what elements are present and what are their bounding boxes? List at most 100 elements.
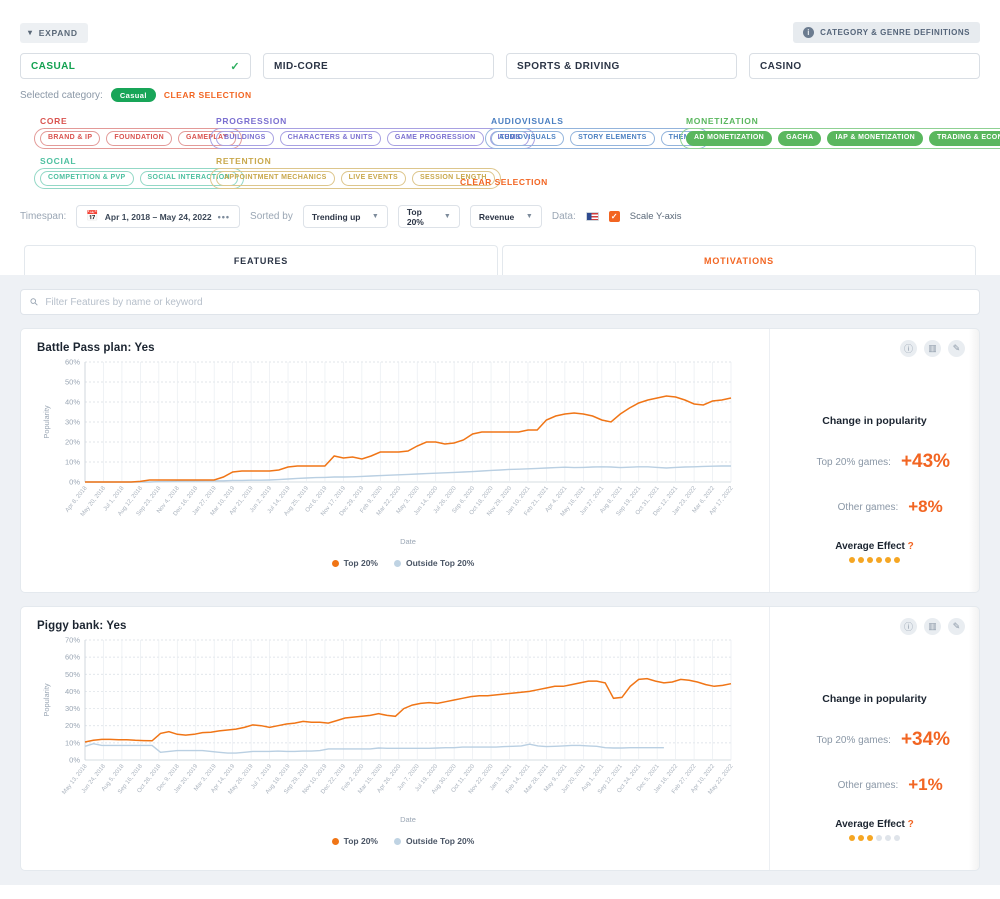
- tag-gacha[interactable]: GACHA: [778, 131, 822, 146]
- legend-item[interactable]: Outside Top 20%: [394, 558, 474, 568]
- chart-svg: 0%10%20%30%40%50%60%70%May 13, 2018Jun 2…: [42, 636, 735, 825]
- legend-color-dot: [394, 837, 401, 845]
- stat-value: +8%: [908, 497, 943, 516]
- chevron-down-icon: ▼: [525, 213, 533, 220]
- sorted-by-label: Sorted by: [250, 211, 293, 222]
- category-selector-row: CASUAL ✓ MID-CORE SPORTS & DRIVING CASINO: [20, 53, 980, 79]
- toolbar: Timespan: 📅 Apr 1, 2018 – May 24, 2022 •…: [20, 205, 980, 228]
- chart-area: Battle Pass plan: Yes 0% 10% 20% 30% 40% 50% 60…: [21, 329, 769, 592]
- us-flag-icon[interactable]: [585, 212, 599, 221]
- svg-text:Date: Date: [400, 537, 416, 546]
- chart-container: 0% 10% 20% 30% 40% 50% 60% Apr 8, 2018 May 20, 2…: [39, 354, 769, 554]
- tag-foundation[interactable]: FOUNDATION: [106, 131, 172, 146]
- feature-card-list: Battle Pass plan: Yes 0% 10% 20% 30% 40% 50% 60…: [20, 328, 980, 871]
- help-icon[interactable]: ?: [908, 819, 914, 830]
- svg-text:50%: 50%: [65, 670, 80, 679]
- rating-dot: [858, 557, 864, 563]
- rating-dot: [894, 557, 900, 563]
- info-icon[interactable]: ⓘ: [900, 618, 917, 635]
- tab-features[interactable]: FEATURES: [24, 245, 498, 275]
- rating-dot: [885, 557, 891, 563]
- tab-bar: FEATURES MOTIVATIONS: [20, 245, 980, 275]
- tag-appointment-mechanics[interactable]: APPOINTMENT MECHANICS: [216, 171, 335, 186]
- tag-group-box: AD MONETIZATION GACHA IAP & MONETIZATION TR…: [680, 128, 1000, 149]
- svg-text:40%: 40%: [65, 398, 80, 407]
- svg-text:10%: 10%: [65, 458, 80, 467]
- legend-item[interactable]: Outside Top 20%: [394, 836, 474, 846]
- summary-panel: ⓘ ▥ ✎ Change in popularity Top 20% games: +34…: [769, 607, 979, 870]
- bar-chart-icon[interactable]: ▥: [924, 340, 941, 357]
- tag-competition-pvp[interactable]: COMPETITION & PVP: [40, 171, 134, 186]
- bar-chart-icon[interactable]: ▥: [924, 618, 941, 635]
- tag-brand-ip[interactable]: BRAND & IP: [40, 131, 101, 146]
- rating-dot: [867, 557, 873, 563]
- selected-category-label: Selected category:: [20, 89, 103, 101]
- metric-select[interactable]: Revenue ▼: [469, 205, 542, 228]
- tab-label: MOTIVATIONS: [704, 255, 774, 266]
- category-select-casino[interactable]: CASINO: [749, 53, 980, 79]
- feature-title: Piggy bank: Yes: [37, 620, 127, 632]
- stat-value: +1%: [908, 775, 943, 794]
- wrench-icon[interactable]: ✎: [948, 618, 965, 635]
- stat-row-top-20-games: Top 20% games: +34%: [799, 729, 950, 751]
- scale-y-axis-label: Scale Y-axis: [629, 211, 682, 222]
- expand-button[interactable]: ▾ EXPAND: [20, 22, 88, 43]
- info-icon[interactable]: ⓘ: [900, 340, 917, 357]
- stat-value: +43%: [900, 451, 951, 472]
- sort-order-value: Trending up: [311, 211, 361, 222]
- category-select-casual[interactable]: CASUAL ✓: [20, 53, 251, 79]
- category-select-sports-driving[interactable]: SPORTS & DRIVING: [506, 53, 737, 79]
- change-in-popularity-title: Change in popularity: [822, 693, 927, 705]
- tab-motivations[interactable]: MOTIVATIONS: [502, 245, 976, 275]
- segment-select[interactable]: Top 20% ▼: [397, 205, 460, 228]
- category-select-mid-core[interactable]: MID-CORE: [263, 53, 494, 79]
- tag-trading-economy[interactable]: TRADING & ECONOMY: [929, 131, 1000, 146]
- tag-group-retention: RETENTION APPOINTMENT MECHANICS LIVE EVENT…: [210, 156, 501, 189]
- chevron-down-icon: ▼: [443, 213, 451, 220]
- chevron-down-icon: ▼: [371, 213, 379, 220]
- svg-text:70%: 70%: [65, 636, 80, 645]
- tag-groups: CORE BRAND & IP FOUNDATION GAMEPLAY PROGRESS…: [20, 116, 1000, 191]
- timespan-picker[interactable]: 📅 Apr 1, 2018 – May 24, 2022 •••: [76, 205, 241, 228]
- category-genre-definitions-button[interactable]: i CATEGORY & GENRE DEFINITIONS: [793, 22, 980, 43]
- tag-group-box: AUDIOVISUALS STORY ELEMENTS THEME: [485, 128, 709, 149]
- average-effect-rating: [849, 835, 900, 841]
- clear-category-selection-link[interactable]: CLEAR SELECTION: [164, 90, 252, 100]
- tag-game-progression[interactable]: GAME PROGRESSION: [386, 131, 484, 146]
- svg-text:Popularity: Popularity: [42, 683, 51, 717]
- series-line-outside-top-20-: [84, 742, 664, 754]
- tag-story-elements[interactable]: STORY ELEMENTS: [570, 131, 655, 146]
- stat-row-other-games: Other games: +1%: [806, 775, 943, 795]
- feature-card: Piggy bank: Yes 0% 10% 20% 30% 40% 50% 60% 70% Ma…: [20, 606, 980, 871]
- tag-audiovisuals[interactable]: AUDIOVISUALS: [491, 131, 565, 146]
- sort-order-select[interactable]: Trending up ▼: [302, 205, 388, 228]
- tag-ad-monetization[interactable]: AD MONETIZATION: [686, 131, 773, 146]
- expand-button-label: EXPAND: [38, 27, 78, 38]
- tag-live-events[interactable]: LIVE EVENTS: [340, 171, 407, 186]
- timespan-more-icon[interactable]: •••: [218, 212, 230, 222]
- chart-svg: 0%10%20%30%40%50%60%Apr 8, 2018May 20, 2…: [42, 358, 735, 547]
- tag-characters-units[interactable]: CHARACTERS & UNITS: [279, 131, 381, 146]
- svg-text:60%: 60%: [65, 358, 80, 367]
- stat-row-other-games: Other games: +8%: [806, 497, 943, 517]
- legend-item[interactable]: Top 20%: [331, 836, 378, 846]
- legend-item[interactable]: Top 20%: [331, 558, 378, 568]
- timespan-label: Timespan:: [20, 211, 67, 222]
- svg-text:30%: 30%: [65, 418, 80, 427]
- tag-buildings[interactable]: BUILDINGS: [216, 131, 274, 146]
- selected-category-pill[interactable]: Casual: [110, 88, 156, 102]
- filter-features-input[interactable]: ⚲ Filter Features by name or keyword: [20, 289, 980, 315]
- stat-value: +34%: [900, 729, 951, 750]
- scale-y-axis-checkbox[interactable]: ✓: [608, 211, 620, 222]
- legend-label: Outside Top 20%: [406, 836, 475, 846]
- help-icon[interactable]: ?: [908, 541, 914, 552]
- clear-tags-selection-link[interactable]: CLEAR SELECTION: [460, 177, 548, 187]
- svg-text:Popularity: Popularity: [42, 405, 51, 439]
- wrench-icon[interactable]: ✎: [948, 340, 965, 357]
- data-label: Data:: [551, 211, 576, 222]
- feature-title: Battle Pass plan: Yes: [37, 342, 155, 354]
- tag-group-title: MONETIZATION: [686, 116, 759, 126]
- tag-group-audiovisuals: AUDIOVISUALS AUDIOVISUALS STORY ELEMENTS TH…: [485, 116, 709, 149]
- chart-container: 0% 10% 20% 30% 40% 50% 60% 70% May 13, 2018 Jun 2…: [39, 632, 769, 832]
- tag-iap-monetization[interactable]: IAP & MONETIZATION: [827, 131, 924, 146]
